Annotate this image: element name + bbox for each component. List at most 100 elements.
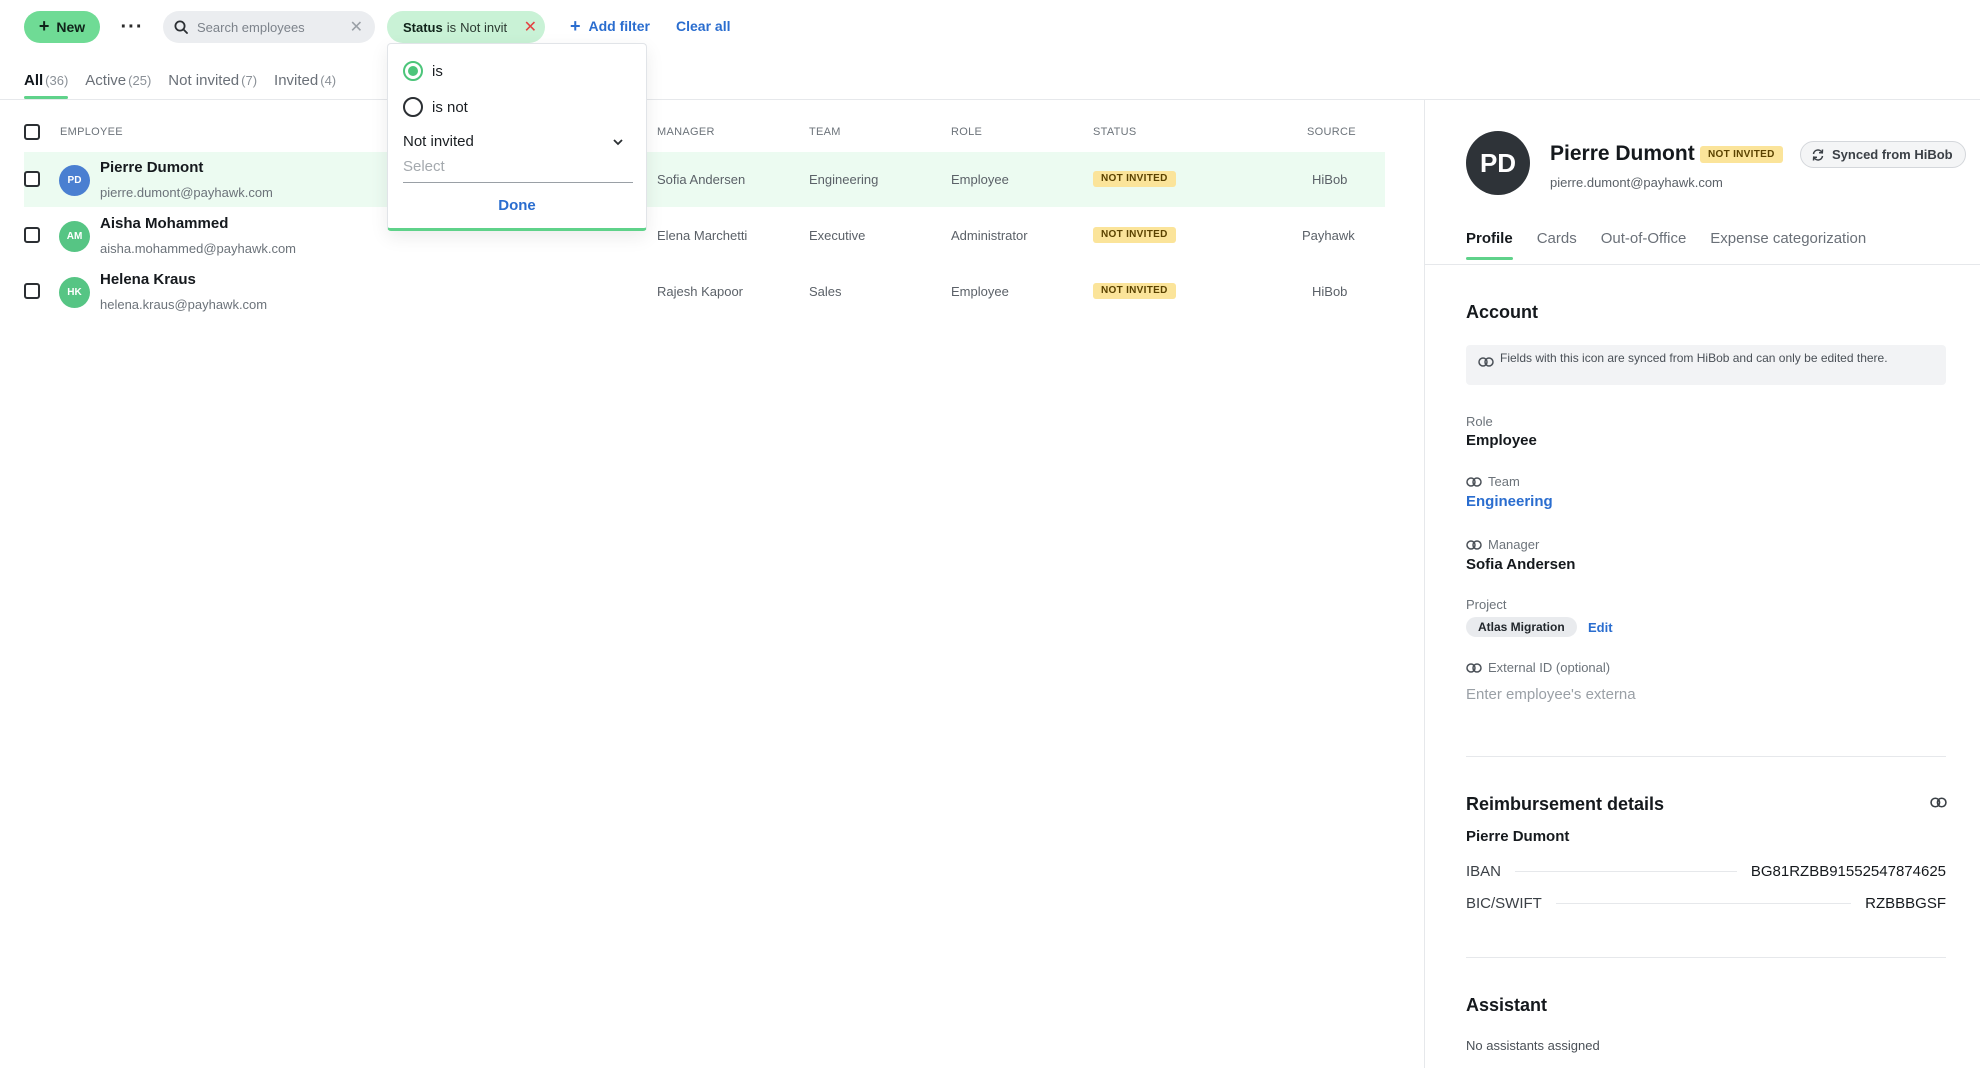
tab-count: (25) [128,73,152,88]
external-id-input[interactable] [1466,686,1656,703]
profile-status-badge: NOT INVITED [1700,146,1783,163]
status-filter-chip[interactable]: Status is Not invit ✕ [387,11,545,43]
remove-filter-icon[interactable]: ✕ [524,17,537,37]
col-employee[interactable]: EMPLOYEE [60,126,123,138]
filter-key: Status [403,19,443,35]
team-link[interactable]: Engineering [1466,493,1553,510]
bic-label: BIC/SWIFT [1466,895,1542,912]
table-row[interactable]: PD Pierre Dumont pierre.dumont@payhawk.c… [24,152,1385,207]
role-cell: Administrator [951,228,1028,243]
no-assistants-text: No assistants assigned [1466,1038,1600,1053]
employee-email: helena.kraus@payhawk.com [100,297,268,312]
clear-all-button[interactable]: Clear all [676,18,730,34]
toolbar: + New ··· ✕ Status is Not invit ✕ + Add … [0,0,1980,54]
employee-name: Helena Kraus [100,271,196,288]
tab-active[interactable]: Active (25) [85,72,151,96]
status-badge: NOT INVITED [1093,283,1176,299]
synced-from-hibob-button[interactable]: Synced from HiBob [1800,141,1966,168]
filter-operator: is [446,19,457,35]
col-status[interactable]: STATUS [1093,126,1137,138]
employee-email: pierre.dumont@payhawk.com [100,185,273,200]
status-select-input[interactable]: Select [403,158,445,175]
more-icon: ··· [120,15,144,38]
sync-info-text: Fields with this icon are synced from Hi… [1500,351,1888,365]
link-icon[interactable] [1930,797,1947,808]
search-icon [174,20,188,34]
radio-is-not[interactable]: is not [403,97,468,117]
team-label-text: Team [1488,474,1520,489]
select-all-checkbox[interactable] [24,124,40,140]
avatar: PD [59,165,90,196]
tab-label: Active [85,72,127,89]
row-checkbox[interactable] [24,171,40,187]
manager-cell: Sofia Andersen [657,172,746,187]
table-row[interactable]: AM Aisha Mohammed aisha.mohammed@payhawk… [24,208,1385,263]
panel-divider [1424,99,1425,1068]
profile-tabs: Profile Cards Out-of-Office Expense cate… [1466,230,1890,260]
radio-is-label: is [432,62,443,80]
source-cell: Payhawk [1302,228,1355,243]
status-badge: NOT INVITED [1093,171,1176,187]
sync-icon [1812,148,1824,161]
manager-label: Manager [1466,537,1539,552]
reimbursement-name: Pierre Dumont [1466,828,1570,845]
bic-row: BIC/SWIFT RZBBBGSF [1466,895,1946,912]
add-filter-label: Add filter [588,18,650,34]
source-cell: HiBob [1312,284,1348,299]
tab-out-of-office[interactable]: Out-of-Office [1601,230,1687,260]
project-edit-link[interactable]: Edit [1588,620,1613,635]
search-input[interactable] [197,19,337,35]
clear-search-icon[interactable]: ✕ [350,17,363,37]
filter-value: Not invit [460,19,508,35]
external-id-label-text: External ID (optional) [1488,660,1611,675]
assistant-section-title: Assistant [1466,995,1548,1015]
col-team[interactable]: TEAM [809,126,841,138]
tab-cards[interactable]: Cards [1537,230,1577,260]
table-row[interactable]: HK Helena Kraus helena.kraus@payhawk.com… [24,264,1385,319]
tab-label: Not invited [168,72,240,89]
radio-is[interactable]: is [403,61,443,81]
link-icon [1478,357,1494,367]
team-cell: Executive [809,228,866,243]
col-manager[interactable]: MANAGER [657,126,715,138]
tab-profile[interactable]: Profile [1466,230,1513,260]
add-filter-button[interactable]: + Add filter [570,17,650,35]
new-button[interactable]: + New [24,11,100,43]
more-options-button[interactable]: ··· [116,11,148,43]
chevron-down-icon[interactable] [612,137,624,147]
search-box: ✕ [163,11,375,43]
row-checkbox[interactable] [24,283,40,299]
header-divider [0,99,1980,100]
tab-expense-categorization[interactable]: Expense categorization [1710,230,1866,260]
tab-all[interactable]: All (36) [24,72,69,99]
employee-name: Pierre Dumont [100,159,204,176]
col-source[interactable]: SOURCE [1307,126,1356,138]
tab-count: (36) [45,73,69,88]
role-cell: Employee [951,172,1009,187]
iban-value: BG81RZBB91552547874625 [1750,863,1946,880]
select-underline [403,182,633,183]
role-value: Employee [1466,432,1537,449]
avatar: AM [59,221,90,252]
done-button[interactable]: Done [388,197,646,214]
role-label: Role [1466,414,1493,429]
bic-value: RZBBBGSF [1865,895,1946,912]
radio-unselected-icon [403,97,423,117]
section-divider [1466,957,1946,958]
tab-not-invited[interactable]: Not invited (7) [168,72,257,96]
col-role[interactable]: ROLE [951,126,982,138]
project-label-text: Project [1466,597,1507,612]
row-checkbox[interactable] [24,227,40,243]
link-icon [1466,476,1482,487]
employee-name: Aisha Mohammed [100,215,229,232]
status-badge: NOT INVITED [1093,227,1176,243]
plus-icon: + [38,16,50,36]
tab-invited[interactable]: Invited (4) [274,72,336,96]
tab-count: (4) [320,73,337,88]
iban-row: IBAN BG81RZBB91552547874625 [1466,863,1946,880]
external-id-label: External ID (optional) [1466,660,1610,675]
sync-info-box: Fields with this icon are synced from Hi… [1466,345,1946,385]
project-tag: Atlas Migration [1466,617,1577,637]
profile-tabs-divider [1425,264,1980,265]
tab-count: (7) [241,73,258,88]
